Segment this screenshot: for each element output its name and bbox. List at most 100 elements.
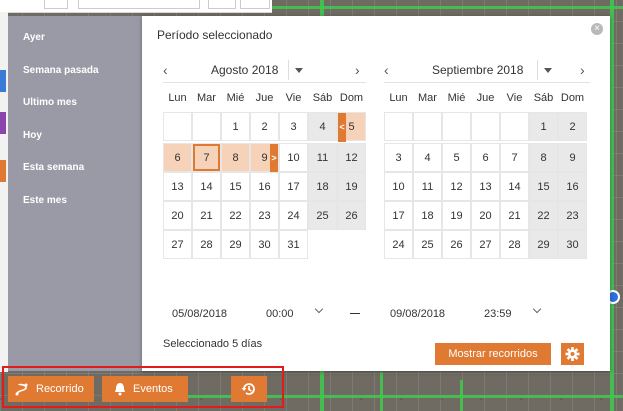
next-month-button[interactable]: › <box>580 60 585 80</box>
day-cell[interactable]: 26 <box>337 201 366 230</box>
day-cell[interactable]: 10 <box>384 172 413 201</box>
day-cell[interactable]: 6 <box>471 143 500 172</box>
day-cell[interactable]: 27 <box>163 230 192 259</box>
day-cell[interactable]: 17 <box>384 201 413 230</box>
empty-day-cell <box>471 112 500 141</box>
end-time-chevron-down-icon[interactable] <box>532 305 542 315</box>
day-cell[interactable]: 21 <box>500 201 529 230</box>
day-cell[interactable]: 4 <box>308 112 337 141</box>
gear-icon <box>565 347 580 361</box>
top-toolbar-strip <box>0 0 272 13</box>
day-cell[interactable]: 28 <box>500 230 529 259</box>
day-cell[interactable]: 20 <box>163 201 192 230</box>
day-cell[interactable]: 21 <box>192 201 221 230</box>
day-cell[interactable]: 28 <box>192 230 221 259</box>
day-cell[interactable]: 5 <box>442 143 471 172</box>
day-cell[interactable]: 12 <box>442 172 471 201</box>
day-cell[interactable]: 18 <box>308 172 337 201</box>
day-cell[interactable]: 11 <box>413 172 442 201</box>
settings-button[interactable] <box>561 343 584 365</box>
day-cell[interactable]: 1 <box>221 112 250 141</box>
sidebar-item-semana-pasada[interactable]: Semana pasada <box>23 65 99 76</box>
day-cell[interactable]: 15 <box>221 172 250 201</box>
day-cell[interactable]: 13 <box>471 172 500 201</box>
sidebar-item-hoy[interactable]: Hoy <box>23 130 42 141</box>
start-date-field[interactable]: 05/08/2018 <box>172 308 227 320</box>
day-cell[interactable]: 20 <box>471 201 500 230</box>
end-time-field[interactable]: 23:59 <box>484 308 512 320</box>
day-cell[interactable]: 18 <box>413 201 442 230</box>
day-cell[interactable]: 22 <box>529 201 558 230</box>
day-cell[interactable]: 3 <box>384 143 413 172</box>
range-start-handle-icon[interactable]: < <box>338 113 346 142</box>
toolbar-box[interactable] <box>44 0 68 9</box>
day-cell[interactable]: 14 <box>192 172 221 201</box>
range-end-handle-icon[interactable]: > <box>270 144 278 173</box>
day-cell[interactable]: 22 <box>221 201 250 230</box>
day-cell[interactable]: 29 <box>221 230 250 259</box>
sidebar-item-ayer[interactable]: Ayer <box>23 32 45 43</box>
day-cell[interactable]: 30 <box>250 230 279 259</box>
prev-month-button[interactable]: ‹ <box>163 60 168 80</box>
right-prev-month-button[interactable]: ‹ <box>384 60 389 80</box>
end-date-field[interactable]: 09/08/2018 <box>390 308 445 320</box>
toolbar-box[interactable] <box>240 0 270 9</box>
day-cell[interactable]: 17 <box>279 172 308 201</box>
toolbar-box[interactable] <box>208 0 236 9</box>
day-cell[interactable]: 14 <box>500 172 529 201</box>
sidebar-item-esta-semana[interactable]: Esta semana <box>23 162 84 173</box>
close-icon[interactable]: × <box>591 23 603 35</box>
day-cell[interactable]: 7 <box>192 143 221 172</box>
bell-icon <box>115 383 125 396</box>
toolbar-box[interactable] <box>78 0 200 9</box>
sidebar-item-este-mes[interactable]: Este mes <box>23 195 67 206</box>
day-cell[interactable]: 26 <box>442 230 471 259</box>
empty-day-cell <box>163 112 192 141</box>
day-cell[interactable]: 16 <box>558 172 587 201</box>
day-cell[interactable]: 11 <box>308 143 337 172</box>
day-cell[interactable]: 8 <box>221 143 250 172</box>
day-cell[interactable]: 12 <box>337 143 366 172</box>
day-cell[interactable]: 19 <box>442 201 471 230</box>
day-cell[interactable]: 2 <box>558 112 587 141</box>
day-cell[interactable]: 25 <box>413 230 442 259</box>
selected-days-summary: Seleccionado 5 días <box>163 338 263 350</box>
day-cell[interactable]: 7 <box>500 143 529 172</box>
day-cell[interactable]: 19 <box>337 172 366 201</box>
eventos-button[interactable]: Eventos <box>102 376 188 402</box>
day-cell[interactable]: 31 <box>279 230 308 259</box>
day-cell[interactable]: 30 <box>558 230 587 259</box>
right-month-dropdown-chevron-icon[interactable] <box>537 60 558 80</box>
sidebar-item-ultimo-mes[interactable]: Ultimo mes <box>23 97 77 108</box>
left-next-month-button[interactable]: › <box>355 60 360 80</box>
day-cell[interactable]: 13 <box>163 172 192 201</box>
day-cell[interactable]: 2 <box>250 112 279 141</box>
day-cell[interactable]: 9 > <box>250 143 279 173</box>
day-cell[interactable]: 15 <box>529 172 558 201</box>
day-cell[interactable]: 29 <box>529 230 558 259</box>
day-cell[interactable]: 23 <box>558 201 587 230</box>
day-cell[interactable]: 5 < <box>337 112 366 142</box>
day-cell[interactable]: 16 <box>250 172 279 201</box>
day-cell[interactable]: 10 <box>279 143 308 172</box>
day-of-week-header: Mar <box>197 92 216 104</box>
day-cell[interactable]: 25 <box>308 201 337 230</box>
day-cell[interactable]: 23 <box>250 201 279 230</box>
day-cell[interactable]: 1 <box>529 112 558 141</box>
right-month-header: ‹ Septiembre 2018 › <box>384 60 590 80</box>
day-cell[interactable]: 27 <box>471 230 500 259</box>
show-routes-button[interactable]: Mostrar recorridos <box>435 343 551 365</box>
day-cell[interactable]: 9 <box>558 143 587 172</box>
start-time-chevron-down-icon[interactable] <box>314 305 324 315</box>
day-cell[interactable]: 3 <box>279 112 308 141</box>
day-cell[interactable]: 24 <box>384 230 413 259</box>
history-button[interactable] <box>231 376 267 402</box>
empty-day-cell <box>442 112 471 141</box>
day-cell[interactable]: 4 <box>413 143 442 172</box>
day-cell[interactable]: 6 <box>163 143 192 172</box>
left-month-dropdown-chevron-icon[interactable] <box>288 60 309 80</box>
day-cell[interactable]: 24 <box>279 201 308 230</box>
recorrido-button[interactable]: Recorrido <box>8 376 94 402</box>
day-cell[interactable]: 8 <box>529 143 558 172</box>
start-time-field[interactable]: 00:00 <box>266 308 294 320</box>
